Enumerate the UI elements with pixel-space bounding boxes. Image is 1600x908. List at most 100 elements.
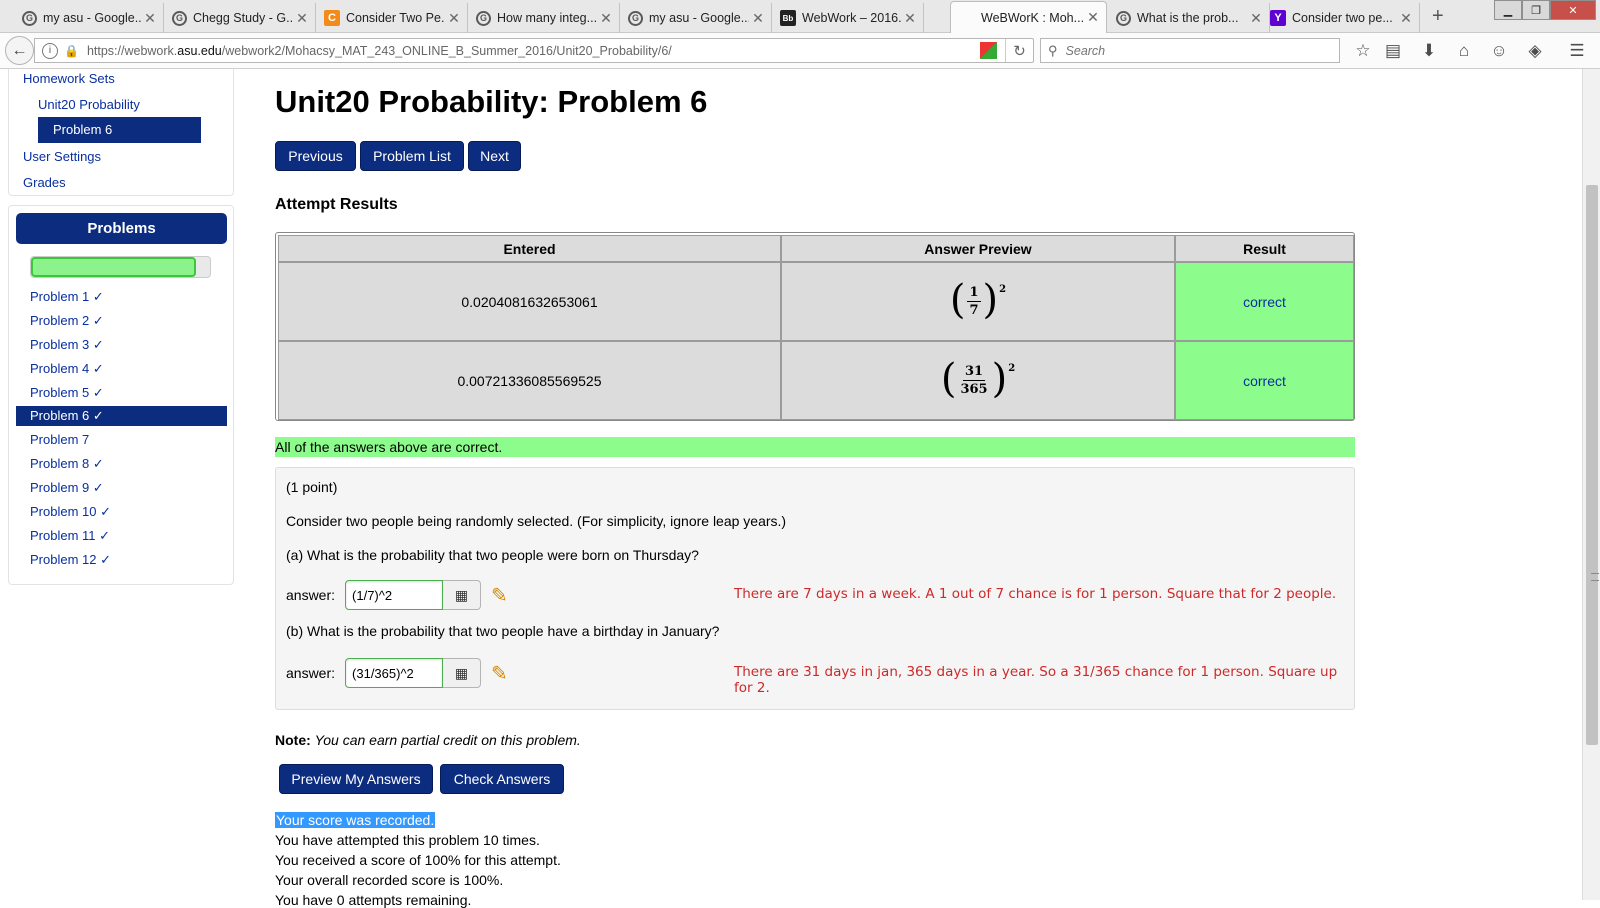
reading-list-icon[interactable]: ▤	[1383, 41, 1403, 61]
close-tab-icon[interactable]: ✕	[901, 10, 919, 27]
url-bar[interactable]: i 🔒 https://webwork.asu.edu/webwork2/Moh…	[34, 38, 1034, 63]
next-button[interactable]: Next	[468, 141, 521, 171]
problem-link-9[interactable]: Problem 9 ✓	[16, 478, 227, 498]
attempt-results-heading: Attempt Results	[275, 196, 398, 213]
home-icon[interactable]: ⌂	[1454, 41, 1474, 61]
preview-exponent: 2	[1008, 362, 1016, 374]
url-text[interactable]: https://webwork.asu.edu/webwork2/Mohacsy…	[87, 44, 672, 58]
new-tab-icon[interactable]: +	[1432, 5, 1444, 28]
current-problem-link[interactable]: Problem 6	[38, 117, 201, 143]
reload-icon[interactable]: ↻	[1005, 39, 1033, 62]
close-tab-icon[interactable]: ✕	[293, 10, 311, 27]
problem-link-1[interactable]: Problem 1 ✓	[16, 287, 227, 307]
close-tab-icon[interactable]: ✕	[1084, 9, 1102, 26]
equation-editor-icon[interactable]: ▦	[443, 658, 482, 688]
search-input[interactable]	[1063, 42, 1324, 59]
equation-editor-icon[interactable]: ▦	[443, 580, 482, 610]
scrollbar-thumb[interactable]	[1586, 185, 1599, 745]
close-tab-icon[interactable]: ✕	[749, 10, 767, 27]
answer-comment-b: There are 31 days in jan, 365 days in a …	[734, 664, 1338, 696]
browser-tab[interactable]: Bb WebWork – 2016... ✕	[772, 3, 924, 33]
info-icon[interactable]: i	[42, 42, 58, 59]
answer-row-b: answer: ▦ ✎	[286, 657, 508, 689]
progress-bar	[30, 256, 211, 278]
tab-title: Chegg Study - G...	[193, 11, 293, 25]
column-header-preview: Answer Preview	[781, 235, 1175, 262]
browser-tab[interactable]: C Consider Two Pe... ✕	[316, 3, 468, 33]
problem-link-6[interactable]: Problem 6 ✓	[16, 406, 227, 426]
preview-answers-button[interactable]: Preview My Answers	[279, 764, 433, 794]
url-prefix: https://webwork.	[86, 43, 178, 58]
problem-statement: Consider two people being randomly selec…	[286, 513, 787, 529]
minimize-icon[interactable]: ▁	[1494, 0, 1522, 20]
menu-icon[interactable]: ☰	[1567, 41, 1587, 61]
google-icon: G	[22, 10, 37, 26]
tab-title: WebWork – 2016...	[802, 11, 901, 25]
user-settings-link[interactable]: User Settings	[23, 149, 101, 164]
browser-tab[interactable]: G Chegg Study - G... ✕	[164, 3, 316, 33]
tab-title: Consider two pe...	[1292, 11, 1393, 25]
problem-link-12[interactable]: Problem 12 ✓	[16, 550, 227, 570]
check-answers-button[interactable]: Check Answers	[440, 764, 564, 794]
close-tab-icon[interactable]: ✕	[597, 10, 615, 27]
pencil-icon[interactable]: ✎	[491, 583, 508, 608]
all-correct-banner: All of the answers above are correct.	[275, 437, 1355, 457]
browser-tab[interactable]: G my asu - Google... ✕	[620, 3, 772, 33]
download-icon[interactable]: ⬇	[1419, 41, 1439, 61]
problem-link-2[interactable]: Problem 2 ✓	[16, 311, 227, 331]
chat-icon[interactable]: ☺	[1489, 41, 1509, 61]
course-nav: Homework Sets Unit20 Probability Problem…	[8, 69, 234, 196]
close-tab-icon[interactable]: ✕	[445, 10, 463, 27]
tab-title: my asu - Google...	[43, 11, 141, 25]
answer-input-b[interactable]	[345, 658, 444, 688]
extension-icon[interactable]	[980, 42, 997, 59]
answer-label: answer:	[286, 587, 336, 603]
grades-link[interactable]: Grades	[23, 175, 66, 190]
restore-icon[interactable]: ❐	[1522, 0, 1550, 20]
preview-exponent: 2	[999, 283, 1007, 295]
previous-button[interactable]: Previous	[275, 141, 356, 171]
close-tab-icon[interactable]: ✕	[1397, 10, 1415, 27]
scrollbar-grip-icon	[1591, 573, 1599, 581]
attempts-remaining-message: You have 0 attempts remaining.	[275, 892, 472, 908]
preview-denominator: 7	[969, 303, 979, 318]
yahoo-icon: Y	[1270, 10, 1286, 26]
preview-numerator: 1	[967, 285, 981, 302]
problem-link-8[interactable]: Problem 8 ✓	[16, 454, 227, 474]
problem-link-4[interactable]: Problem 4 ✓	[16, 359, 227, 379]
problems-panel: Problems Problem 1 ✓ Problem 2 ✓ Problem…	[8, 205, 234, 585]
column-header-entered: Entered	[278, 235, 781, 262]
browser-tab-active[interactable]: WeBWorK : Moh... ✕	[950, 1, 1107, 33]
answer-input-a[interactable]	[345, 580, 444, 610]
preview-denominator: 365	[960, 382, 988, 397]
problem-link-11[interactable]: Problem 11 ✓	[16, 526, 227, 546]
problem-link-5[interactable]: Problem 5 ✓	[16, 383, 227, 403]
browser-tab[interactable]: G What is the prob... ✕	[1108, 3, 1270, 33]
browser-tab[interactable]: G my asu - Google... ✕	[14, 3, 164, 33]
set-link[interactable]: Unit20 Probability	[38, 97, 140, 112]
problem-link-10[interactable]: Problem 10 ✓	[16, 502, 227, 522]
browser-tab[interactable]: Y Consider two pe... ✕	[1262, 3, 1420, 33]
tab-title: What is the prob...	[1137, 11, 1239, 25]
homework-sets-link[interactable]: Homework Sets	[23, 71, 115, 86]
tab-title: Consider Two Pe...	[346, 11, 445, 25]
page-title: Unit20 Probability: Problem 6	[275, 84, 708, 119]
browser-tab[interactable]: G How many integ... ✕	[468, 3, 620, 33]
point-value: (1 point)	[286, 479, 338, 495]
problem-link-3[interactable]: Problem 3 ✓	[16, 335, 227, 355]
vertical-scrollbar[interactable]	[1582, 69, 1600, 900]
url-domain: asu.edu	[177, 43, 222, 58]
search-bar[interactable]: ⚲	[1040, 38, 1340, 63]
chegg-icon: C	[324, 10, 340, 26]
problem-link-7[interactable]: Problem 7	[16, 430, 227, 450]
bookmark-star-icon[interactable]: ☆	[1353, 41, 1373, 61]
back-arrow-icon[interactable]: ←	[5, 36, 34, 65]
attempt-results-table: Entered Answer Preview Result 0.02040816…	[275, 232, 1355, 421]
problem-list-button[interactable]: Problem List	[360, 141, 464, 171]
close-tab-icon[interactable]: ✕	[141, 10, 159, 27]
tab-title: WeBWorK : Moh...	[981, 10, 1084, 25]
pocket-icon[interactable]: ◈	[1525, 41, 1545, 61]
close-window-icon[interactable]: ✕	[1550, 0, 1596, 20]
answer-label: answer:	[286, 665, 336, 681]
pencil-icon[interactable]: ✎	[491, 661, 508, 686]
